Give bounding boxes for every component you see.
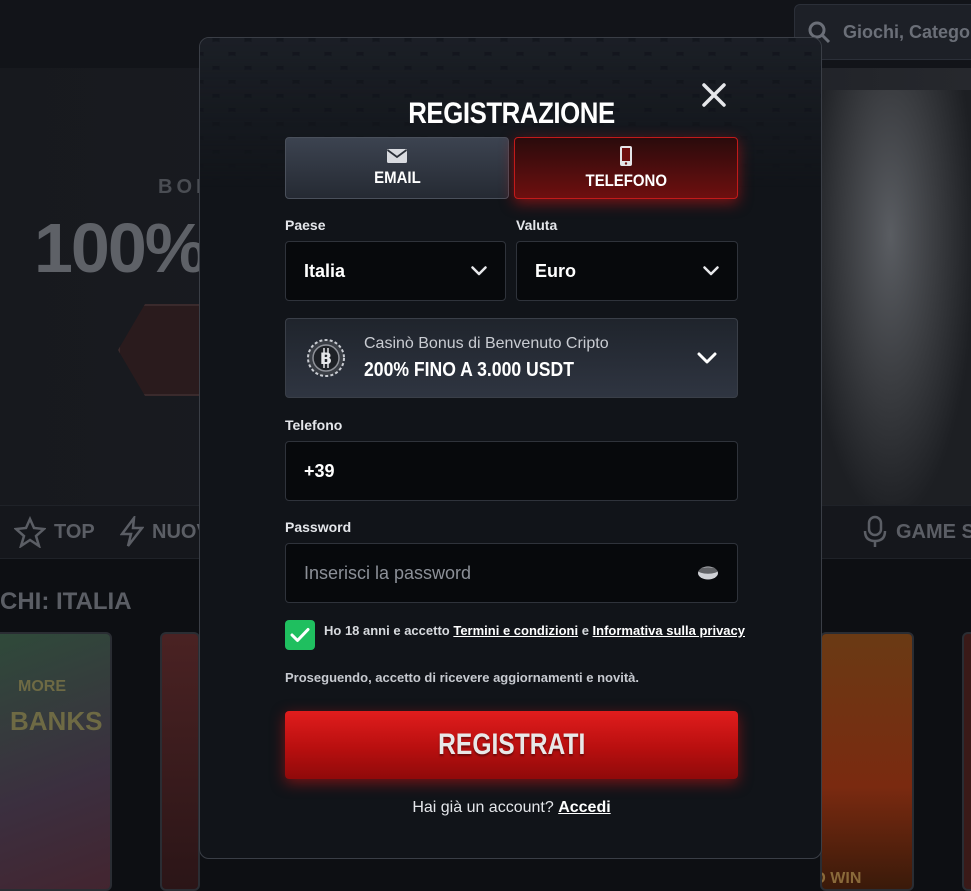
login-prompt: Hai già un account? Accedi [200, 799, 821, 817]
register-button[interactable]: REGISTRATI [285, 711, 738, 779]
phone-label: Telefono [285, 417, 343, 433]
game-card-text: BANKS [10, 706, 103, 736]
login-prompt-text: Hai già un account? [412, 799, 554, 816]
close-button[interactable] [700, 81, 728, 109]
login-link[interactable]: Accedi [558, 799, 610, 816]
game-card-text: MORE [18, 678, 66, 695]
svg-text:B: B [320, 349, 332, 368]
category-game-shows[interactable]: GAME SHO [862, 515, 971, 549]
microphone-icon [863, 515, 887, 547]
hero-image [810, 90, 971, 505]
phone-input[interactable] [304, 460, 719, 482]
star-icon [14, 516, 46, 548]
close-icon [702, 83, 726, 107]
registration-modal: REGISTRAZIONE EMAIL TELEFONO Paese Valut… [199, 37, 822, 859]
category-label: TOP [54, 520, 95, 543]
password-input[interactable] [304, 562, 697, 584]
terms-link[interactable]: Termini e condizioni [453, 623, 578, 638]
password-label: Password [285, 519, 352, 535]
tab-phone[interactable]: TELEFONO [514, 137, 738, 199]
country-label: Paese [285, 217, 326, 233]
chevron-down-icon [697, 352, 717, 364]
tab-phone-label: TELEFONO [585, 171, 667, 190]
game-card[interactable]: MORE BANKS [0, 632, 112, 891]
consent-notice: Proseguendo, accetto di ricevere aggiorn… [285, 670, 639, 685]
password-input-field[interactable] [285, 543, 738, 603]
game-card[interactable] [962, 632, 971, 891]
bonus-title: 200% FINO A 3.000 USDT [364, 358, 574, 381]
chevron-down-icon [703, 266, 719, 276]
register-button-label: REGISTRATI [437, 728, 586, 761]
currency-value: Euro [535, 260, 577, 281]
search-placeholder: Giochi, Categor [843, 21, 971, 42]
terms-text: Ho 18 anni e accetto Termini e condizion… [324, 623, 745, 638]
game-card[interactable]: HOLD AND WIN [820, 632, 914, 891]
game-card[interactable] [160, 632, 200, 891]
terms-prefix: Ho 18 anni e accetto [324, 623, 450, 638]
category-label: GAME SHO [896, 520, 971, 543]
hero-bonus-amount: 100% [34, 209, 207, 287]
lightning-icon [120, 516, 144, 547]
smartphone-icon [620, 146, 632, 166]
currency-label: Valuta [516, 217, 558, 233]
country-value: Italia [304, 260, 346, 281]
game-card-text: HOLD AND WIN [822, 870, 862, 887]
envelope-icon [386, 149, 408, 163]
tab-email-label: EMAIL [373, 168, 421, 187]
currency-select[interactable]: Euro [516, 241, 738, 301]
phone-input-field[interactable] [285, 441, 738, 501]
bonus-subtitle: Casinò Bonus di Benvenuto Cripto [364, 334, 609, 352]
section-title: CHI: ITALIA [0, 588, 132, 615]
checkmark-icon [290, 628, 310, 642]
eye-icon[interactable] [697, 565, 719, 581]
category-top[interactable]: TOP [14, 516, 95, 548]
terms-checkbox[interactable] [285, 620, 315, 650]
tab-email[interactable]: EMAIL [285, 137, 509, 199]
terms-conjunction: e [581, 623, 589, 638]
privacy-link[interactable]: Informativa sulla privacy [593, 623, 745, 638]
chevron-down-icon [471, 266, 487, 276]
bonus-select[interactable]: B Casinò Bonus di Benvenuto Cripto 200% … [285, 318, 738, 398]
country-select[interactable]: Italia [285, 241, 506, 301]
bitcoin-coin-icon: B [307, 339, 345, 377]
